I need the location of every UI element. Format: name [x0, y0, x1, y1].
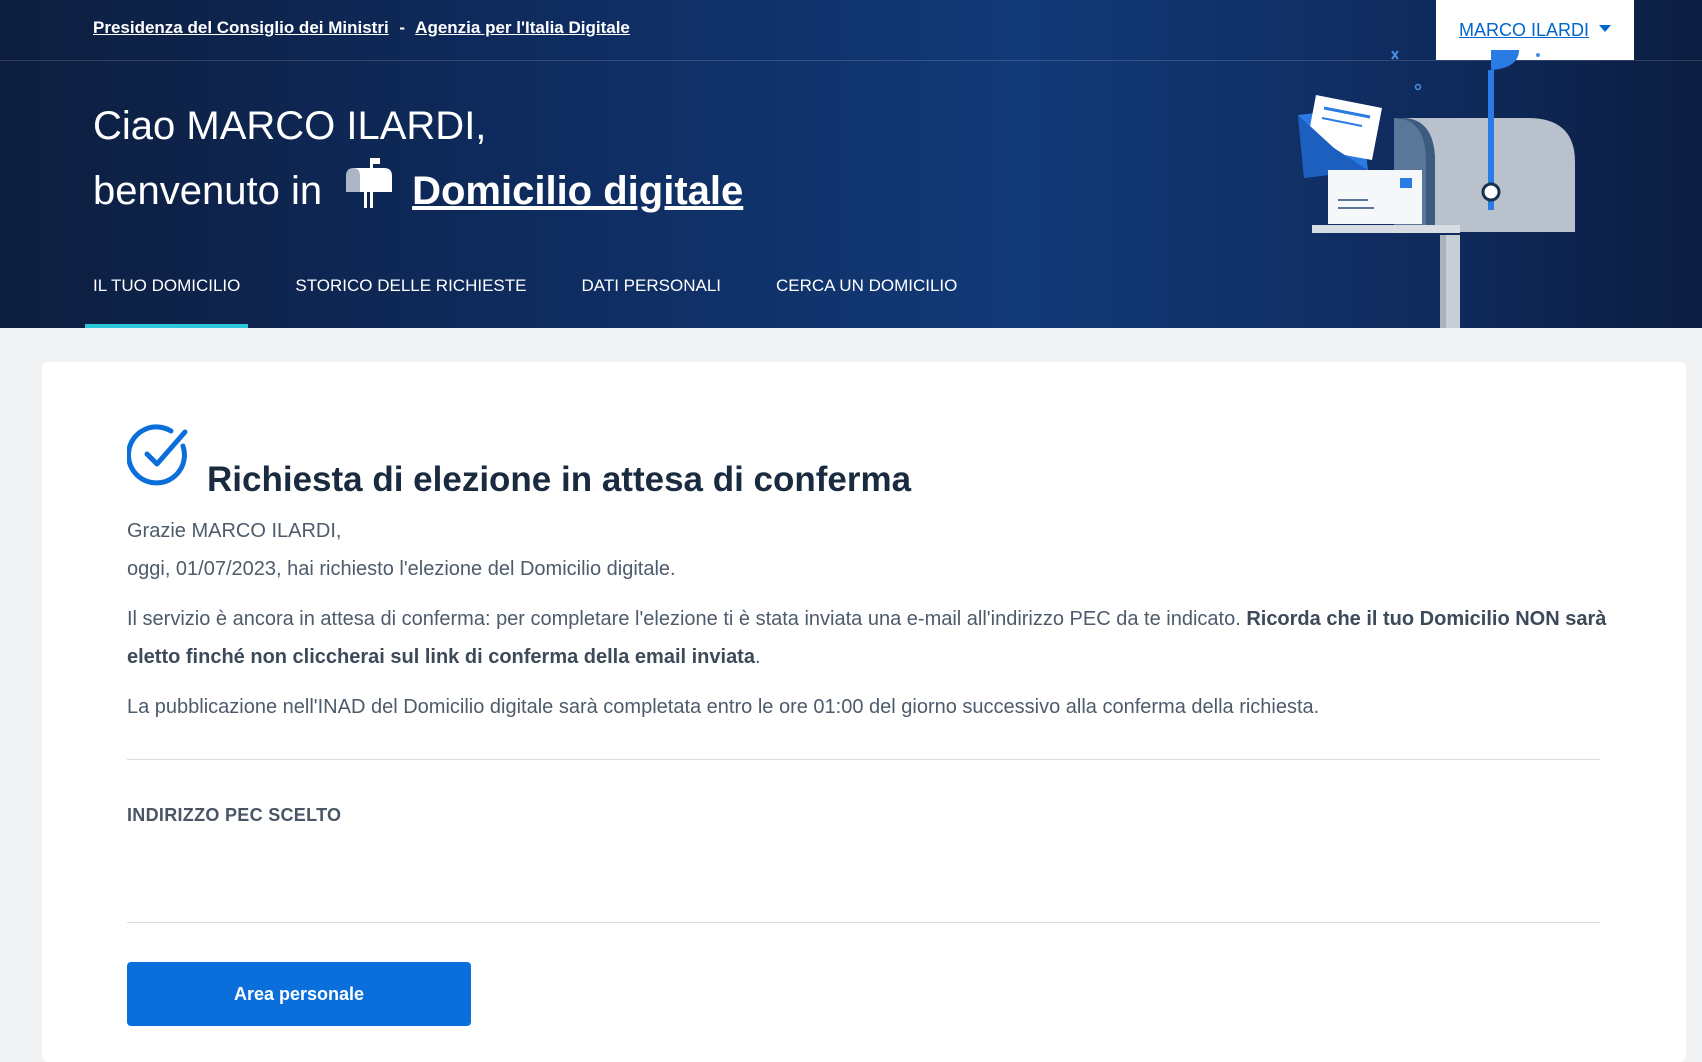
tab-cerca-domicilio[interactable]: CERCA UN DOMICILIO — [768, 270, 965, 328]
brand-link[interactable]: Domicilio digitale — [412, 161, 743, 221]
info-text: Il servizio è ancora in attesa di confer… — [127, 608, 1241, 630]
greeting-text: Ciao MARCO ILARDI, — [93, 104, 487, 148]
welcome-line: benvenuto in Domicilio digitale — [93, 156, 743, 225]
info-paragraph: Il servizio è ancora in attesa di confer… — [127, 600, 1607, 676]
mailbox-icon — [344, 156, 394, 225]
welcome-prefix: benvenuto in — [93, 168, 323, 213]
link-separator: - — [399, 18, 406, 37]
page-title: Richiesta di elezione in attesa di confe… — [207, 460, 912, 499]
mailbox-illustration — [1290, 40, 1600, 328]
pec-label: INDIRIZZO PEC SCELTO — [127, 805, 342, 825]
agid-link[interactable]: Agenzia per l'Italia Digitale — [415, 18, 630, 37]
user-menu-label: MARCO ILARDI — [1458, 19, 1590, 40]
area-personale-button[interactable]: Area personale — [127, 962, 471, 1026]
hero-greeting: Ciao MARCO ILARDI, benvenuto in Domicili… — [93, 96, 743, 225]
title-row: Richiesta di elezione in attesa di confe… — [126, 422, 911, 499]
divider-bottom — [127, 922, 1600, 923]
publication-paragraph: La pubblicazione nell'INAD del Domicilio… — [127, 696, 1320, 718]
caret-down-icon — [1599, 25, 1612, 32]
site-header: Presidenza del Consiglio dei Ministri - … — [0, 0, 1702, 328]
check-circle-icon — [126, 422, 193, 493]
tab-dati-personali[interactable]: DATI PERSONALI — [574, 270, 730, 328]
thanks-line: Grazie MARCO ILARDI, — [127, 520, 342, 542]
presidenza-link[interactable]: Presidenza del Consiglio dei Ministri — [93, 18, 389, 37]
institution-links: Presidenza del Consiglio dei Ministri - … — [93, 18, 630, 38]
tab-storico-richieste[interactable]: STORICO DELLE RICHIESTE — [287, 270, 534, 328]
pec-value — [127, 852, 427, 872]
main-nav: IL TUO DOMICILIO STORICO DELLE RICHIESTE… — [85, 270, 1004, 328]
info-end: . — [754, 646, 761, 668]
confirmation-card: Richiesta di elezione in attesa di confe… — [42, 362, 1686, 1062]
divider-top — [127, 759, 1600, 760]
tab-il-tuo-domicilio[interactable]: IL TUO DOMICILIO — [85, 270, 249, 328]
date-line: oggi, 01/07/2023, hai richiesto l'elezio… — [127, 558, 676, 580]
message-body: Grazie MARCO ILARDI, oggi, 01/07/2023, h… — [127, 512, 1607, 726]
